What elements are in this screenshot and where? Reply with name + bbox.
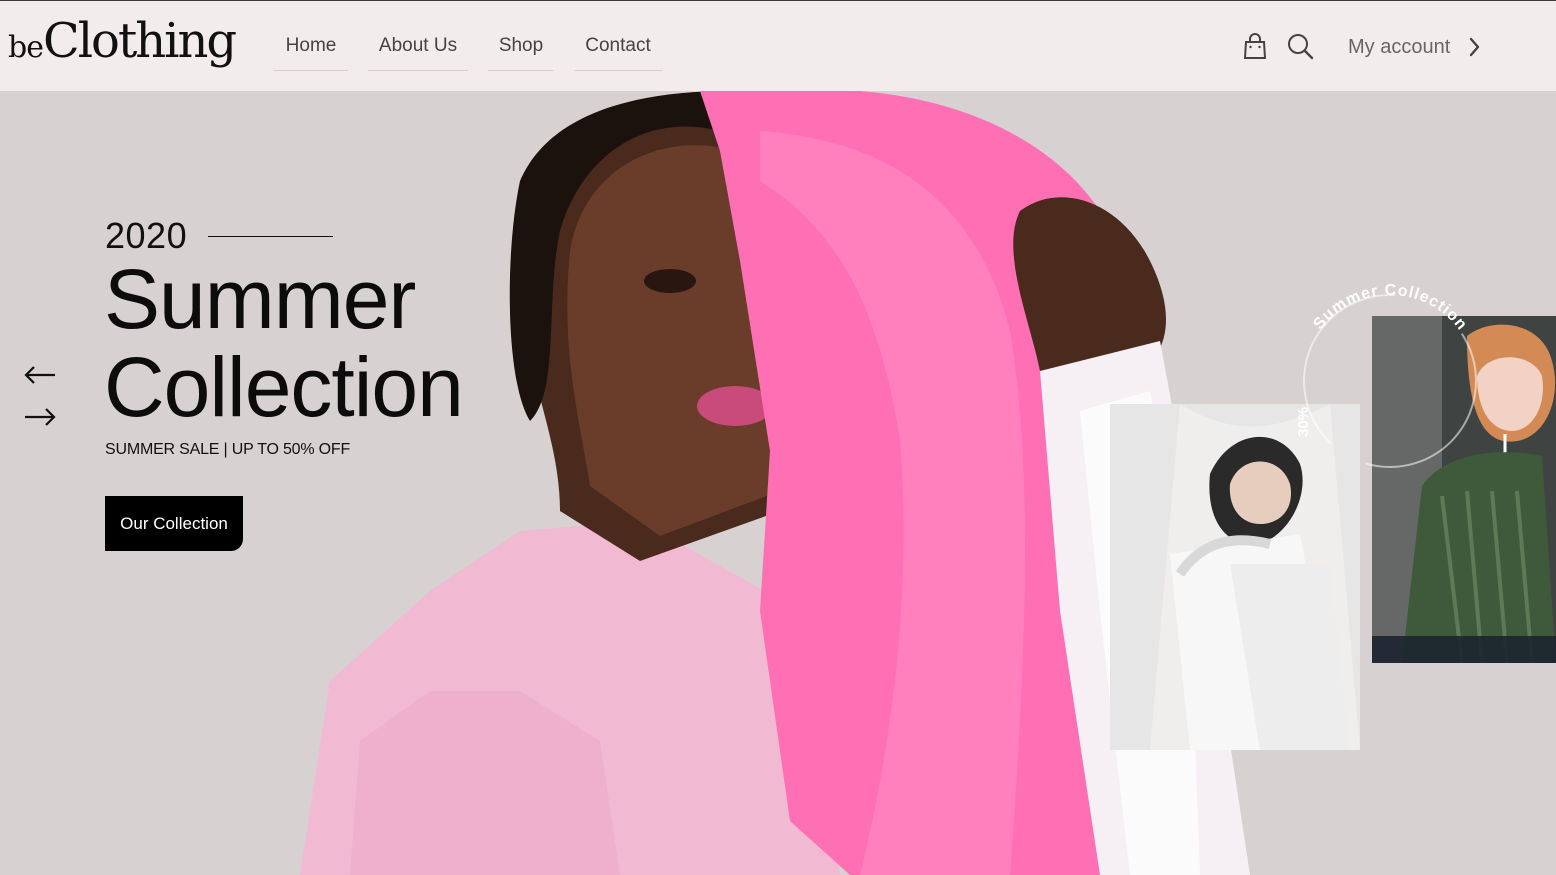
hero-headline: Summer Collection (104, 255, 524, 431)
logo-prefix: be (8, 30, 44, 65)
badge-percent: 30% (1295, 407, 1312, 437)
my-account-link[interactable]: My account (1348, 33, 1450, 61)
chevron-right-icon[interactable] (1468, 36, 1482, 58)
main-nav: Home About Us Shop Contact (274, 25, 682, 71)
logo-main: Clothing (42, 13, 237, 69)
sale-text: SUMMER SALE | UP TO 50% OFF (105, 441, 351, 458)
bag-icon[interactable] (1240, 31, 1270, 61)
nav-contact[interactable]: Contact (574, 25, 662, 71)
year-divider (208, 236, 333, 237)
headline-line-1: Summer (104, 252, 416, 346)
svg-text:Summer Collection: Summer Collection (1310, 282, 1470, 334)
our-collection-button[interactable]: Our Collection (105, 496, 243, 551)
summer-collection-badge: Summer Collection 30% (1295, 282, 1477, 468)
site-logo[interactable]: beClothing (8, 13, 237, 73)
nav-home[interactable]: Home (274, 25, 348, 71)
hero-banner: Summer Collection 30% 2020 Summer Collec… (0, 91, 1556, 875)
nav-shop[interactable]: Shop (488, 25, 554, 71)
arrow-right-icon[interactable] (22, 405, 58, 429)
badge-text: Summer Collection (1310, 282, 1470, 334)
search-icon[interactable] (1285, 31, 1315, 61)
nav-about-us[interactable]: About Us (368, 25, 468, 71)
arrow-left-icon[interactable] (22, 363, 58, 387)
hero-year: 2020 (105, 215, 188, 256)
headline-line-2: Collection (104, 340, 464, 434)
site-header: beClothing Home About Us Shop Contact My… (0, 0, 1556, 91)
